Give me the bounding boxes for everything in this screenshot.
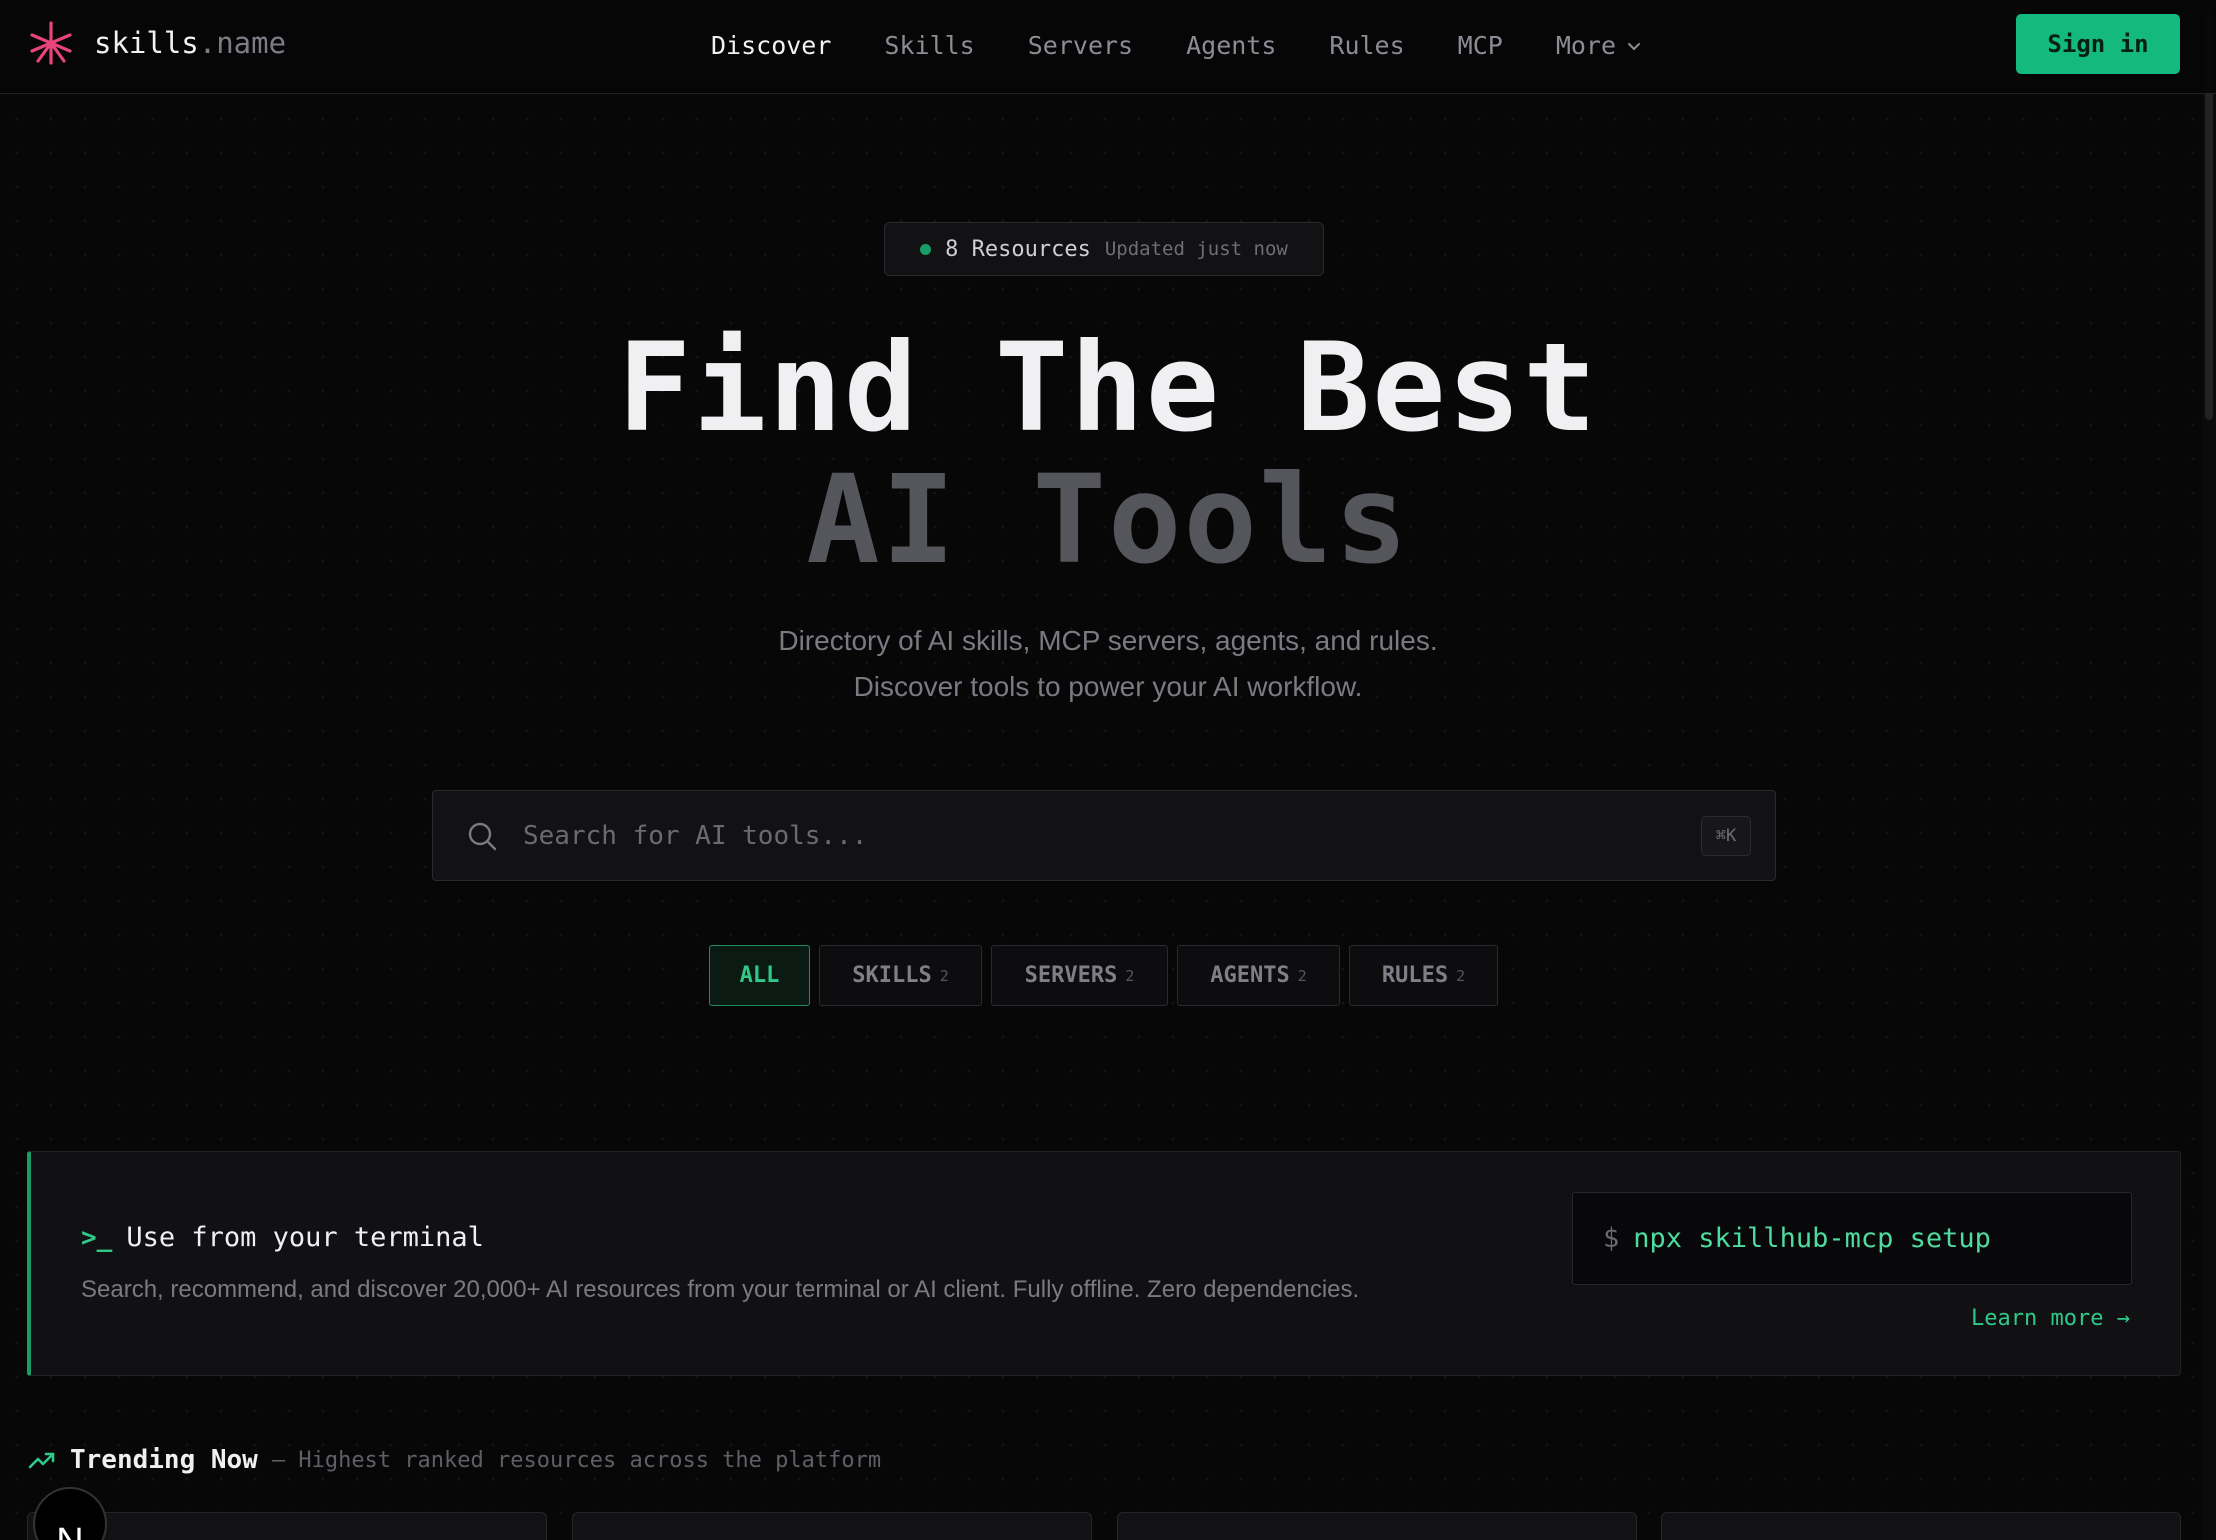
trending-section-header: Trending Now — Highest ranked resources … [28, 1445, 881, 1475]
hero-subtitle-line2: Discover tools to power your AI workflow… [853, 671, 1363, 702]
filter-tab-skills[interactable]: SKILLS 2 [819, 945, 982, 1006]
logo-main-text: skills [94, 26, 199, 60]
resource-count: 8 Resources [945, 236, 1091, 262]
filter-tab-count: 2 [1297, 966, 1307, 985]
terminal-promo-card: >_ Use from your terminal Search, recomm… [27, 1151, 2181, 1376]
filter-tab-count: 2 [1125, 966, 1135, 985]
trending-subtitle: — Highest ranked resources across the pl… [271, 1447, 882, 1473]
filter-tab-rules[interactable]: RULES 2 [1349, 945, 1498, 1006]
filter-tab-label: SERVERS [1024, 963, 1118, 988]
resource-card[interactable] [572, 1512, 1092, 1540]
trending-up-icon [28, 1452, 55, 1469]
nav-item-more[interactable]: More [1556, 26, 1642, 66]
filter-tab-agents[interactable]: AGENTS 2 [1177, 945, 1340, 1006]
filter-tab-label: SKILLS [852, 963, 932, 988]
main-nav: Discover Skills Servers Agents Rules MCP… [711, 26, 1642, 66]
nav-more-label: More [1555, 31, 1617, 60]
resource-card[interactable] [1661, 1512, 2181, 1540]
asterisk-star-icon [30, 21, 72, 65]
nav-item-skills[interactable]: Skills [884, 26, 974, 66]
hero-subtitle-line1: Directory of AI skills, MCP servers, age… [778, 625, 1438, 656]
framework-dev-badge[interactable]: N [33, 1487, 107, 1540]
page-scrollbar[interactable] [2202, 0, 2216, 1540]
hero-subtitle: Directory of AI skills, MCP servers, age… [0, 618, 2216, 710]
command-snippet[interactable]: $ npx skillhub-mcp setup [1572, 1192, 2132, 1285]
hero-title-line1: Find The Best [617, 317, 1599, 459]
sign-in-button[interactable]: Sign in [2016, 14, 2180, 74]
learn-more-link[interactable]: Learn more → [1971, 1306, 2130, 1331]
terminal-title: Use from your terminal [126, 1222, 484, 1253]
filter-tab-label: RULES [1381, 963, 1449, 988]
resource-card[interactable] [1117, 1512, 1637, 1540]
trending-title: Trending Now [70, 1445, 258, 1475]
logo-text: skills.name [94, 26, 286, 60]
nav-item-servers[interactable]: Servers [1028, 26, 1133, 66]
terminal-description: Search, recommend, and discover 20,000+ … [81, 1276, 1360, 1303]
terminal-prompt-icon: >_ [81, 1222, 113, 1253]
status-dot-icon [920, 243, 932, 255]
updated-timestamp: Updated just now [1104, 238, 1288, 260]
command-text: npx skillhub-mcp setup [1633, 1223, 1991, 1254]
logo-tld-text: .name [198, 26, 287, 60]
category-filter-tabs: ALL SKILLS 2 SERVERS 2 AGENTS 2 RULES 2 [709, 945, 1498, 1006]
nav-item-mcp[interactable]: MCP [1458, 26, 1503, 66]
filter-tab-servers[interactable]: SERVERS 2 [991, 945, 1168, 1006]
search-bar[interactable]: ⌘K [432, 790, 1776, 881]
top-navigation-bar: skills.name Discover Skills Servers Agen… [0, 0, 2216, 94]
resources-status-badge: 8 Resources Updated just now [884, 222, 1324, 276]
hero-title-line2: AI Tools [806, 449, 1410, 591]
filter-tab-label: AGENTS [1210, 963, 1290, 988]
nav-item-discover[interactable]: Discover [711, 26, 831, 66]
filter-tab-label: ALL [739, 963, 780, 988]
nav-item-agents[interactable]: Agents [1186, 26, 1276, 66]
filter-tab-count: 2 [939, 966, 949, 985]
site-logo[interactable]: skills.name [28, 20, 286, 66]
chevron-down-icon [1628, 43, 1641, 50]
filter-tab-all[interactable]: ALL [709, 945, 810, 1006]
search-input[interactable] [523, 811, 1623, 861]
terminal-heading: >_ Use from your terminal [81, 1222, 484, 1253]
command-prompt-symbol: $ [1603, 1223, 1620, 1254]
search-icon [468, 822, 497, 851]
filter-tab-count: 2 [1456, 966, 1466, 985]
nav-item-rules[interactable]: Rules [1329, 26, 1404, 66]
keyboard-shortcut-hint: ⌘K [1701, 816, 1751, 856]
